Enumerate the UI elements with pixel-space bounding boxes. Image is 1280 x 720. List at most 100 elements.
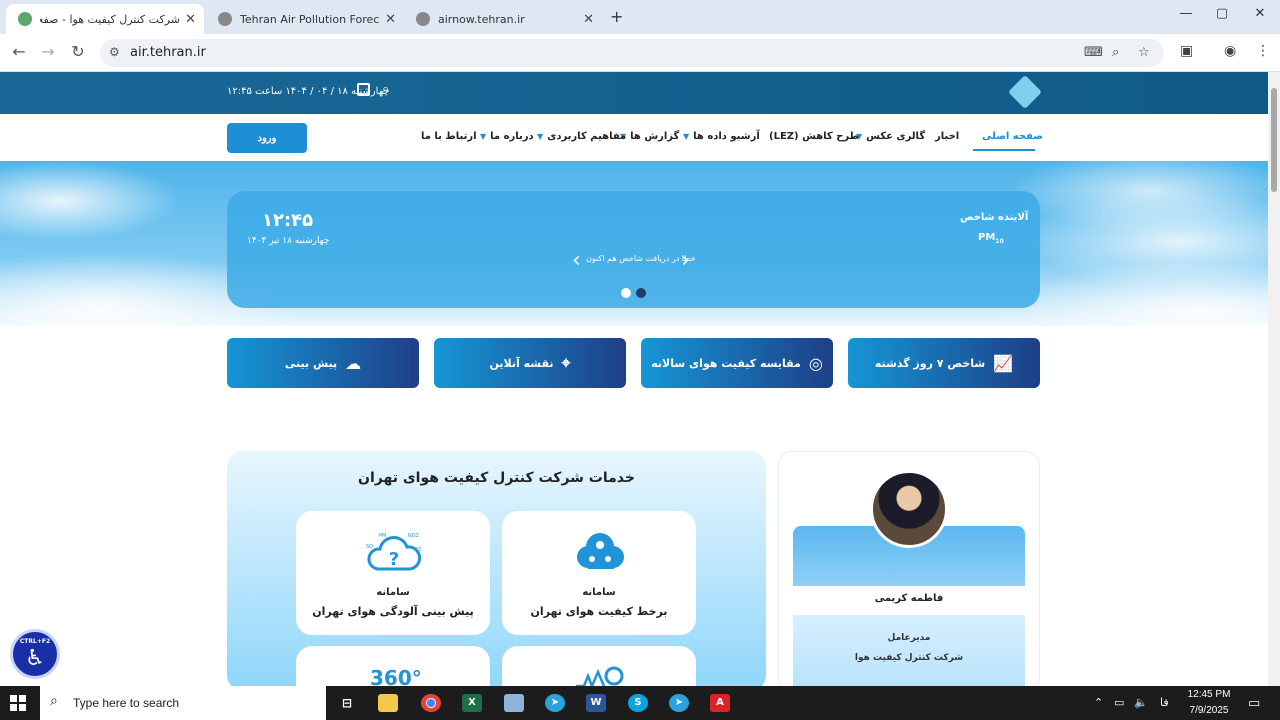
menu-icon[interactable]: ⋮ [1256,43,1270,59]
chrome-icon[interactable] [421,694,441,712]
nav-label: طرح کاهش (LEZ) [769,131,860,142]
page-scrollbar[interactable] [1268,72,1280,686]
network-icon[interactable]: ▭ [1114,696,1124,709]
tray-chevron-icon[interactable]: ⌃ [1094,696,1103,709]
nav-reports[interactable]: گزارش ها▼ [620,131,679,142]
feature-label: نقشه آنلاین [489,356,554,370]
telegram-alt-icon[interactable]: ➤ [669,694,689,712]
nav-archive[interactable]: آرشیو داده ها▼ [683,131,760,142]
file-explorer-icon[interactable] [378,694,398,712]
reload-icon[interactable]: ↻ [67,42,89,61]
nav-news[interactable]: اخبار [935,131,959,142]
feature-annual-compare-button[interactable]: ◎ مقایسه کیفیت هوای سالانه [641,338,833,388]
site-favicon-icon [18,12,32,26]
aqi-pollutant: PM10 [978,232,1004,245]
feature-label: پیش بینی [284,356,338,370]
windows-start-icon[interactable] [10,695,26,711]
acrobat-icon[interactable]: A [710,694,730,712]
line-chart-icon: 📈 [993,353,1014,373]
nav-label: درباره ما [490,131,534,142]
tab-airnow[interactable]: airnow.tehran.ir ✕ [404,4,602,34]
nav-home[interactable]: صفحه اصلی [982,131,1043,142]
accessibility-icon: ♿ [25,646,45,671]
forward-icon[interactable]: → [37,42,59,61]
notifications-icon[interactable]: ▭ [1248,696,1260,711]
taskbar-search[interactable]: ⌕ Type here to search [40,686,326,720]
tab-forecasting[interactable]: Tehran Air Pollution Forecasting ✕ [206,4,404,34]
aqi-time: ۱۲:۴۵ [262,210,314,231]
notepad-icon[interactable] [504,694,524,712]
scrollbar-thumb[interactable] [1271,88,1277,192]
avatar [870,470,948,548]
maximize-icon[interactable]: ▢ [1202,6,1242,21]
taskbar-time[interactable]: 12:45 PM [1184,689,1234,700]
globe-icon [218,12,232,26]
input-language[interactable]: فا [1160,696,1169,709]
tab-air-tehran[interactable]: شرکت کنترل کیفیت هوا - صفحه اصلی ✕ [6,4,204,34]
slide-dot[interactable] [636,288,646,298]
cloud-upload-icon: ☁ [345,353,362,373]
nav-gallery[interactable]: گالری عکس▼ [856,131,925,142]
chevron-down-icon: ▼ [537,132,544,141]
new-tab-button[interactable]: + [610,7,623,26]
side-panel-icon[interactable]: ▣ [1180,43,1193,59]
service-card-forecast[interactable]: ? PM NO2 SO O3 سامانه پیش بینی آلودگی هو… [296,511,490,635]
nav-label: اخبار [935,131,960,142]
close-tab-icon[interactable]: ✕ [185,12,196,27]
url-text[interactable]: air.tehran.ir [130,45,206,60]
excel-icon[interactable]: X [462,694,482,712]
pollutant-tag: SO [366,544,374,550]
volume-icon[interactable]: 🔈 [1134,696,1148,709]
map-icon: ⌖ [561,353,571,372]
nav-label: گالری عکس [866,131,926,142]
service-line2: برخط کیفیت هوای تهران [530,605,668,618]
site-info-icon[interactable]: ⚙ [109,45,120,59]
bookmark-star-icon[interactable]: ☆ [1138,45,1150,60]
manager-org: شرکت کنترل کیفیت هوا [854,653,964,663]
svg-text:?: ? [389,549,399,570]
service-card-sensor[interactable] [502,646,696,691]
close-tab-icon[interactable]: ✕ [583,12,594,27]
translate-icon[interactable]: ⌨ [1084,45,1103,60]
close-tab-icon[interactable]: ✕ [385,12,396,27]
slide-dot[interactable] [621,288,631,298]
feature-last7days-button[interactable]: 📈 شاخص ۷ روز گذشته [848,338,1040,388]
slide-next-icon[interactable]: › [681,248,690,273]
pollutant-sub: 10 [995,238,1004,245]
slide-prev-icon[interactable]: ‹ [572,248,581,273]
back-icon[interactable]: ← [8,42,30,61]
nav-concepts[interactable]: مفاهیم کاربردی▼ [537,131,626,142]
tab-title: شرکت کنترل کیفیت هوا - صفحه اصلی [40,12,180,26]
task-view-icon[interactable]: ⊟ [337,694,357,712]
aqi-card [227,191,1040,308]
address-bar[interactable]: ⚙ air.tehran.ir ⌨ ⌕ ☆ [100,39,1164,67]
nav-contact[interactable]: ارتباط با ما [421,131,477,142]
search-icon[interactable]: ⌕ [382,82,389,97]
profile-icon[interactable]: ◉ [1224,43,1236,59]
feature-forecast-button[interactable]: ☁ پیش بینی [227,338,419,388]
aqi-error-message: خطا در دریافت شاخص هم اکنون [586,254,696,263]
word-icon[interactable]: W [586,694,606,712]
skype-icon[interactable]: S [628,694,648,712]
accessibility-button[interactable]: CTRL+F2 ♿ [10,629,60,679]
nav-label: گزارش ها [630,131,680,142]
nav-lez[interactable]: طرح کاهش (LEZ) [769,131,859,142]
windows-taskbar: ⌕ Type here to search ⊟ X ➤ W S ➤ A ⌃ ▭ … [0,686,1280,720]
tab-title: airnow.tehran.ir [438,12,525,26]
login-button[interactable]: ورود [227,123,307,153]
manager-role: مدیرعامل [887,633,931,643]
pollutant-name: PM [978,232,996,243]
globe-icon [416,12,430,26]
feature-online-map-button[interactable]: ⌖ نقشه آنلاین [434,338,626,388]
service-card-online[interactable]: سامانه برخط کیفیت هوای تهران [502,511,696,635]
zoom-icon[interactable]: ⌕ [1112,45,1119,60]
site-top-band: چهارشنبه ۱۸ / ۰۴ / ۱۴۰۴ ساعت ۱۲:۴۵ ⌕ [0,72,1268,114]
service-card-360[interactable]: 360° [296,646,490,691]
chevron-down-icon: ▼ [683,132,690,141]
taskbar-date[interactable]: 7/9/2025 [1184,705,1234,716]
minimize-icon[interactable]: — [1166,6,1206,21]
telegram-icon[interactable]: ➤ [545,694,565,712]
close-window-icon[interactable]: ✕ [1240,6,1280,21]
services-title: خدمات شرکت کنترل کیفیت هوای تهران [358,470,635,486]
nav-about[interactable]: درباره ما▼ [480,131,534,142]
